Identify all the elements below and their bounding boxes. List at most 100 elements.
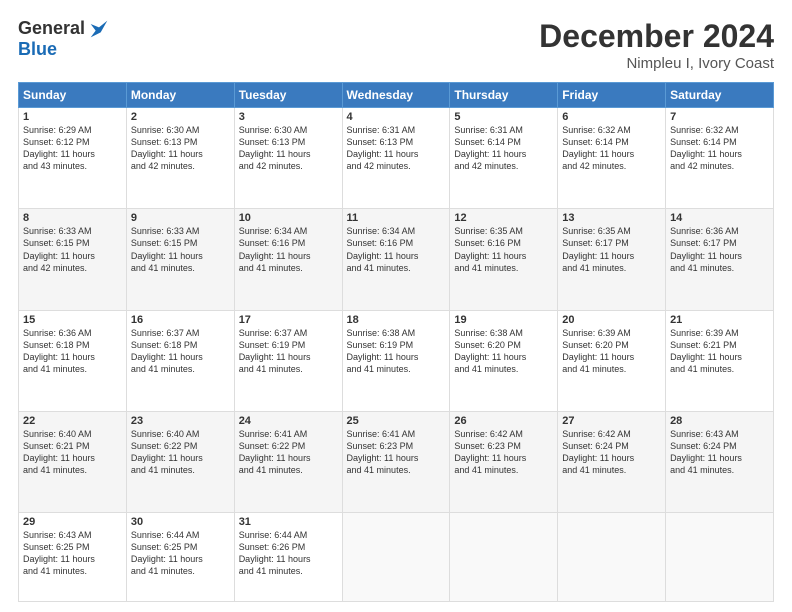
calendar-table: Sunday Monday Tuesday Wednesday Thursday… — [18, 82, 774, 602]
table-row: 27Sunrise: 6:42 AMSunset: 6:24 PMDayligh… — [558, 411, 666, 512]
table-row: 22Sunrise: 6:40 AMSunset: 6:21 PMDayligh… — [19, 411, 127, 512]
logo: General Blue — [18, 18, 109, 60]
table-row: 21Sunrise: 6:39 AMSunset: 6:21 PMDayligh… — [666, 310, 774, 411]
day-number: 4 — [347, 111, 446, 123]
day-info: Sunrise: 6:37 AMSunset: 6:18 PMDaylight:… — [131, 327, 230, 376]
table-row: 19Sunrise: 6:38 AMSunset: 6:20 PMDayligh… — [450, 310, 558, 411]
day-number: 6 — [562, 111, 661, 123]
table-row: 10Sunrise: 6:34 AMSunset: 6:16 PMDayligh… — [234, 209, 342, 310]
table-row: 12Sunrise: 6:35 AMSunset: 6:16 PMDayligh… — [450, 209, 558, 310]
day-number: 30 — [131, 516, 230, 528]
day-info: Sunrise: 6:32 AMSunset: 6:14 PMDaylight:… — [562, 124, 661, 173]
day-number: 21 — [670, 314, 769, 326]
day-info: Sunrise: 6:44 AMSunset: 6:25 PMDaylight:… — [131, 529, 230, 578]
day-info: Sunrise: 6:35 AMSunset: 6:16 PMDaylight:… — [454, 225, 553, 274]
day-number: 29 — [23, 516, 122, 528]
day-number: 14 — [670, 212, 769, 224]
month-title: December 2024 — [539, 18, 774, 55]
day-number: 22 — [23, 415, 122, 427]
table-row: 1Sunrise: 6:29 AMSunset: 6:12 PMDaylight… — [19, 108, 127, 209]
table-row: 30Sunrise: 6:44 AMSunset: 6:25 PMDayligh… — [126, 513, 234, 602]
table-row — [342, 513, 450, 602]
day-info: Sunrise: 6:34 AMSunset: 6:16 PMDaylight:… — [239, 225, 338, 274]
table-row: 8Sunrise: 6:33 AMSunset: 6:15 PMDaylight… — [19, 209, 127, 310]
table-row: 28Sunrise: 6:43 AMSunset: 6:24 PMDayligh… — [666, 411, 774, 512]
day-info: Sunrise: 6:41 AMSunset: 6:23 PMDaylight:… — [347, 428, 446, 477]
day-info: Sunrise: 6:35 AMSunset: 6:17 PMDaylight:… — [562, 225, 661, 274]
day-number: 20 — [562, 314, 661, 326]
day-info: Sunrise: 6:40 AMSunset: 6:21 PMDaylight:… — [23, 428, 122, 477]
table-row: 29Sunrise: 6:43 AMSunset: 6:25 PMDayligh… — [19, 513, 127, 602]
col-sunday: Sunday — [19, 83, 127, 108]
day-info: Sunrise: 6:39 AMSunset: 6:20 PMDaylight:… — [562, 327, 661, 376]
col-wednesday: Wednesday — [342, 83, 450, 108]
day-number: 1 — [23, 111, 122, 123]
day-number: 7 — [670, 111, 769, 123]
day-info: Sunrise: 6:30 AMSunset: 6:13 PMDaylight:… — [239, 124, 338, 173]
table-row: 24Sunrise: 6:41 AMSunset: 6:22 PMDayligh… — [234, 411, 342, 512]
day-number: 27 — [562, 415, 661, 427]
day-number: 12 — [454, 212, 553, 224]
day-info: Sunrise: 6:29 AMSunset: 6:12 PMDaylight:… — [23, 124, 122, 173]
day-number: 10 — [239, 212, 338, 224]
col-saturday: Saturday — [666, 83, 774, 108]
table-row: 7Sunrise: 6:32 AMSunset: 6:14 PMDaylight… — [666, 108, 774, 209]
day-info: Sunrise: 6:38 AMSunset: 6:20 PMDaylight:… — [454, 327, 553, 376]
table-row — [666, 513, 774, 602]
calendar-header-row: Sunday Monday Tuesday Wednesday Thursday… — [19, 83, 774, 108]
title-area: December 2024 Nimpleu I, Ivory Coast — [539, 18, 774, 72]
day-info: Sunrise: 6:42 AMSunset: 6:24 PMDaylight:… — [562, 428, 661, 477]
day-info: Sunrise: 6:33 AMSunset: 6:15 PMDaylight:… — [23, 225, 122, 274]
col-thursday: Thursday — [450, 83, 558, 108]
day-number: 18 — [347, 314, 446, 326]
table-row: 18Sunrise: 6:38 AMSunset: 6:19 PMDayligh… — [342, 310, 450, 411]
day-info: Sunrise: 6:34 AMSunset: 6:16 PMDaylight:… — [347, 225, 446, 274]
table-row: 5Sunrise: 6:31 AMSunset: 6:14 PMDaylight… — [450, 108, 558, 209]
day-number: 26 — [454, 415, 553, 427]
day-number: 25 — [347, 415, 446, 427]
day-info: Sunrise: 6:30 AMSunset: 6:13 PMDaylight:… — [131, 124, 230, 173]
day-number: 23 — [131, 415, 230, 427]
day-number: 11 — [347, 212, 446, 224]
day-number: 5 — [454, 111, 553, 123]
table-row: 15Sunrise: 6:36 AMSunset: 6:18 PMDayligh… — [19, 310, 127, 411]
day-number: 2 — [131, 111, 230, 123]
day-info: Sunrise: 6:40 AMSunset: 6:22 PMDaylight:… — [131, 428, 230, 477]
day-info: Sunrise: 6:33 AMSunset: 6:15 PMDaylight:… — [131, 225, 230, 274]
col-monday: Monday — [126, 83, 234, 108]
day-info: Sunrise: 6:44 AMSunset: 6:26 PMDaylight:… — [239, 529, 338, 578]
logo-general-text: General — [18, 18, 85, 39]
day-info: Sunrise: 6:31 AMSunset: 6:14 PMDaylight:… — [454, 124, 553, 173]
table-row: 13Sunrise: 6:35 AMSunset: 6:17 PMDayligh… — [558, 209, 666, 310]
page: General Blue December 2024 Nimpleu I, Iv… — [0, 0, 792, 612]
day-number: 19 — [454, 314, 553, 326]
header: General Blue December 2024 Nimpleu I, Iv… — [18, 18, 774, 72]
day-info: Sunrise: 6:43 AMSunset: 6:24 PMDaylight:… — [670, 428, 769, 477]
table-row: 16Sunrise: 6:37 AMSunset: 6:18 PMDayligh… — [126, 310, 234, 411]
table-row: 26Sunrise: 6:42 AMSunset: 6:23 PMDayligh… — [450, 411, 558, 512]
day-info: Sunrise: 6:36 AMSunset: 6:18 PMDaylight:… — [23, 327, 122, 376]
day-number: 16 — [131, 314, 230, 326]
day-info: Sunrise: 6:37 AMSunset: 6:19 PMDaylight:… — [239, 327, 338, 376]
table-row: 6Sunrise: 6:32 AMSunset: 6:14 PMDaylight… — [558, 108, 666, 209]
day-number: 13 — [562, 212, 661, 224]
table-row — [558, 513, 666, 602]
table-row — [450, 513, 558, 602]
day-number: 17 — [239, 314, 338, 326]
table-row: 9Sunrise: 6:33 AMSunset: 6:15 PMDaylight… — [126, 209, 234, 310]
day-info: Sunrise: 6:39 AMSunset: 6:21 PMDaylight:… — [670, 327, 769, 376]
day-number: 24 — [239, 415, 338, 427]
table-row: 2Sunrise: 6:30 AMSunset: 6:13 PMDaylight… — [126, 108, 234, 209]
day-info: Sunrise: 6:36 AMSunset: 6:17 PMDaylight:… — [670, 225, 769, 274]
day-info: Sunrise: 6:41 AMSunset: 6:22 PMDaylight:… — [239, 428, 338, 477]
day-info: Sunrise: 6:32 AMSunset: 6:14 PMDaylight:… — [670, 124, 769, 173]
day-number: 15 — [23, 314, 122, 326]
table-row: 23Sunrise: 6:40 AMSunset: 6:22 PMDayligh… — [126, 411, 234, 512]
day-number: 3 — [239, 111, 338, 123]
logo-blue-text: Blue — [18, 39, 57, 60]
location: Nimpleu I, Ivory Coast — [539, 55, 774, 72]
table-row: 25Sunrise: 6:41 AMSunset: 6:23 PMDayligh… — [342, 411, 450, 512]
col-friday: Friday — [558, 83, 666, 108]
day-info: Sunrise: 6:42 AMSunset: 6:23 PMDaylight:… — [454, 428, 553, 477]
day-number: 8 — [23, 212, 122, 224]
